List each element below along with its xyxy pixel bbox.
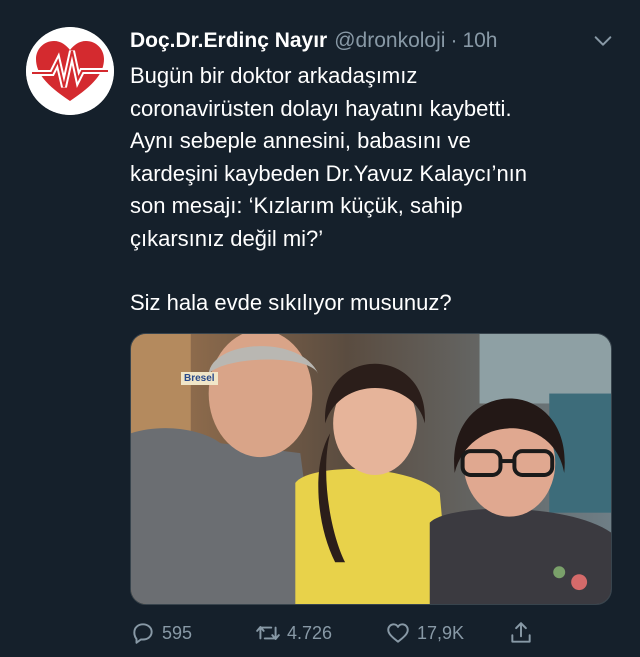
tweet-timestamp[interactable]: 10h [462,29,497,53]
retweet-count: 4.726 [287,622,333,643]
retweet-button[interactable]: 4.726 [255,618,332,648]
tweet-text-line: coronavirüsten dolayı hayatını kaybetti. [130,95,512,121]
reply-count: 595 [162,622,193,643]
avatar[interactable] [26,27,114,115]
tweet-text-line: Bugün bir doktor arkadaşımız [130,63,418,88]
tweet-text-line: kardeşini kaybeden Dr.Yavuz Kalaycı’nın [130,160,528,186]
tweet-photo[interactable]: Bresel [130,333,612,605]
share-icon [511,622,531,643]
tweet-text-line: Aynı sebeple annesini, babasını ve [130,128,471,153]
chevron-down-icon[interactable] [592,30,614,52]
tweet-actions: 595 4.726 17,9K [130,618,550,648]
user-handle[interactable]: @dronkoloji [334,29,445,53]
separator-dot: · [450,29,458,52]
tweet-closing-line: Siz hala evde sıkılıyor musunuz? [130,290,452,315]
tweet-text-line: son mesajı: ‘Kızlarım küçük, sahip [130,193,463,218]
tweet-text-line: çıkarsınız değil mi?’ [130,225,324,251]
like-button[interactable]: 17,9K [385,618,464,648]
reply-icon [133,623,153,644]
retweet-icon [256,626,280,640]
like-count: 17,9K [417,622,465,643]
tweet[interactable]: Doç.Dr.Erdinç Nayır @dronkoloji · 10h Bu… [0,0,640,657]
heartbeat-logo-icon [26,27,114,115]
heart-icon [387,623,409,643]
display-name[interactable]: Doç.Dr.Erdinç Nayır [130,29,327,53]
share-button[interactable] [508,618,540,648]
reply-button[interactable]: 595 [130,618,192,648]
tweet-text: Bugün bir doktor arkadaşımız coronavirüs… [130,60,620,320]
tweet-header: Doç.Dr.Erdinç Nayır @dronkoloji · 10h [130,26,620,56]
photo-sign-text: Bresel [181,372,218,385]
